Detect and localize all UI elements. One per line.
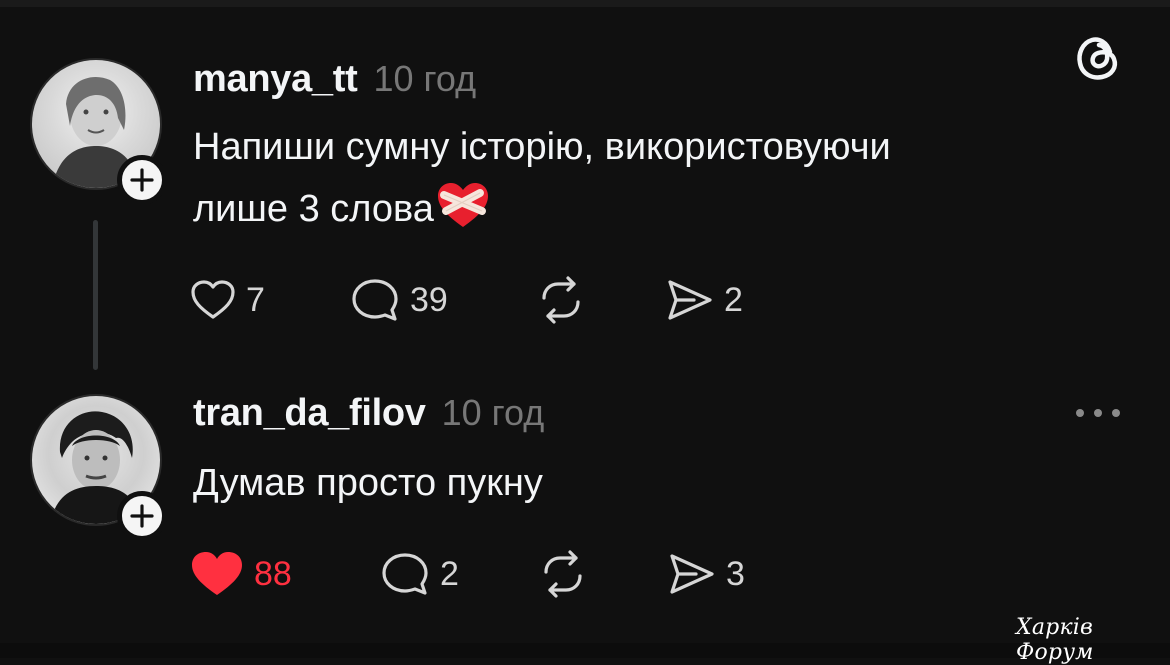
top-edge: [0, 0, 1170, 7]
username[interactable]: tran_da_filov: [193, 392, 426, 435]
like-button[interactable]: 7: [190, 279, 350, 321]
send-icon: [670, 554, 714, 594]
send-icon: [668, 280, 712, 320]
repost-icon: [544, 550, 582, 598]
thread-connector-line: [93, 220, 98, 370]
follow-plus-button[interactable]: [117, 491, 167, 541]
repost-icon: [542, 276, 580, 324]
reply-count: 39: [410, 280, 448, 319]
reply-count: 2: [440, 554, 459, 593]
post-tran-da-filov: tran_da_filov 10 год Думав просто пукну …: [0, 388, 1170, 628]
action-bar: 88 2 3: [190, 546, 745, 602]
action-bar: 7 39 2: [190, 272, 743, 328]
repost-button[interactable]: [536, 276, 664, 324]
share-count: 2: [724, 280, 743, 319]
like-button[interactable]: 88: [190, 550, 380, 598]
username[interactable]: manya_tt: [193, 58, 358, 101]
post-time: 10 год: [441, 392, 545, 433]
post-time: 10 год: [373, 58, 477, 99]
bottom-edge: [0, 643, 1170, 658]
heart-icon: [191, 280, 235, 319]
like-count: 88: [254, 554, 292, 593]
share-button[interactable]: 3: [666, 552, 745, 596]
heart-icon: [192, 552, 242, 595]
post-header: tran_da_filov 10 год: [193, 392, 544, 435]
comment-icon: [382, 553, 428, 595]
like-count: 7: [246, 280, 265, 319]
post-header: manya_tt 10 год: [193, 58, 476, 101]
reply-button[interactable]: 39: [350, 277, 536, 323]
post-manya: manya_tt 10 год Напиши сумну історію, ви…: [0, 52, 1170, 382]
post-text-line: лише 3 слова: [193, 188, 434, 230]
share-button[interactable]: 2: [664, 278, 743, 322]
share-count: 3: [726, 554, 745, 593]
post-text-line: Напиши сумну історію, використовуючи: [193, 126, 891, 168]
post-text: Напиши сумну історію, використовуючи лиш…: [193, 116, 891, 250]
comment-icon: [352, 279, 398, 321]
follow-plus-button[interactable]: [117, 155, 167, 205]
repost-button[interactable]: [538, 550, 666, 598]
plus-icon: [130, 504, 154, 528]
post-text: Думав просто пукну: [193, 462, 543, 504]
plus-icon: [130, 168, 154, 192]
mending-heart-emoji: [436, 181, 490, 250]
avatar-tran-da-filov[interactable]: [30, 394, 167, 541]
reply-button[interactable]: 2: [380, 551, 538, 597]
avatar-manya[interactable]: [30, 58, 167, 205]
